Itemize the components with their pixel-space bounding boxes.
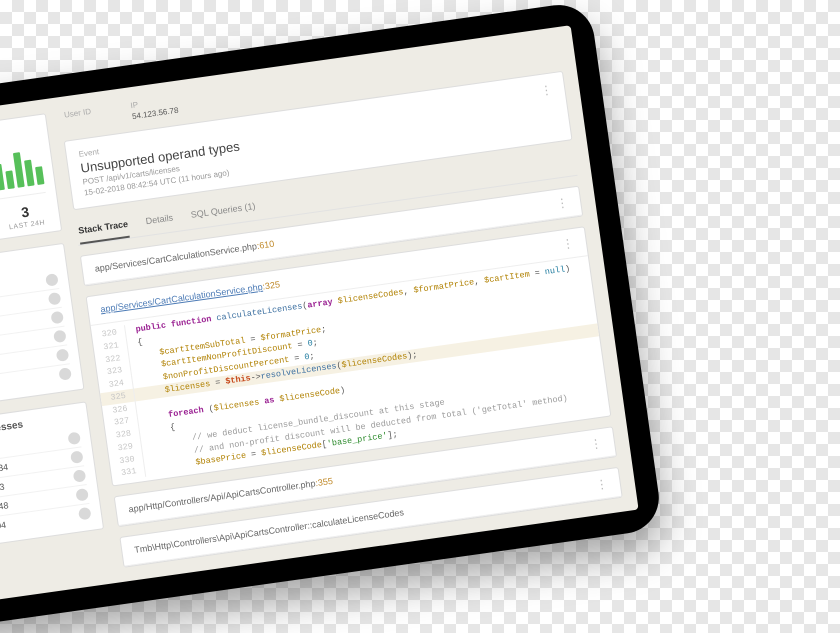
activity-bar (35, 167, 44, 185)
meta-ip: IP 54.123.56.78 (130, 95, 179, 121)
tablet-device-frame: Last Two Weeks 12USERS21TOTAL3LAST 24H T… (0, 0, 663, 632)
tab-sql-queries-1-[interactable]: SQL Queries (1) (189, 195, 257, 229)
activity-bar (5, 171, 14, 189)
meta-user-id-label: User ID (63, 107, 91, 120)
top-ip-count-badge (67, 432, 81, 446)
activity-stat: 3LAST 24H (1, 201, 50, 232)
top-user-count-badge (56, 348, 70, 362)
top-user-count-badge (58, 367, 72, 381)
stack-frame-3-menu-icon[interactable]: ⋮ (595, 478, 609, 492)
top-ip-value: 179.5.103.94 (0, 520, 7, 537)
top-users-panel: Top Users 106680114959116829136735269844… (0, 243, 84, 412)
tab-stack-trace[interactable]: Stack Trace (77, 213, 130, 245)
stack-frame-2-file: app/Http/Controllers/Api/ApiCartsControl… (128, 478, 316, 514)
top-user-count-badge (45, 273, 59, 287)
event-more-menu-icon[interactable]: ⋮ (540, 83, 554, 97)
top-ips-panel: Top IP Addresses 115.164.45.6775.187.155… (0, 401, 104, 551)
top-ip-count-badge (73, 469, 87, 483)
stack-frame-2-menu-icon[interactable]: ⋮ (589, 437, 603, 451)
stack-frame-0-line: :610 (256, 239, 275, 251)
top-user-count-badge (50, 311, 64, 325)
activity-bar (0, 163, 5, 190)
top-ip-count-badge (75, 488, 89, 502)
stack-frame-0-file: app/Services/CartCalculationService.php (94, 241, 257, 274)
top-user-count-badge (48, 292, 62, 306)
stack-frame-1-menu-icon[interactable]: ⋮ (561, 237, 575, 251)
activity-bar (24, 159, 35, 186)
meta-user-id: User ID (63, 107, 93, 131)
app-screen: Last Two Weeks 12USERS21TOTAL3LAST 24H T… (0, 25, 639, 607)
stack-frame-2-line: :355 (315, 476, 334, 488)
top-user-count-badge (53, 330, 67, 344)
activity-stats-row: 12USERS21TOTAL3LAST 24H (0, 192, 50, 245)
main-content: User ID IP 54.123.56.78 Event Unsupporte… (60, 41, 623, 568)
stack-frame-1-line: :325 (262, 279, 281, 291)
top-ip-count-badge (78, 507, 92, 521)
stack-frame-0-menu-icon[interactable]: ⋮ (555, 196, 569, 210)
activity-bar (13, 152, 25, 188)
tab-details[interactable]: Details (144, 207, 175, 236)
activity-chart-panel: Last Two Weeks 12USERS21TOTAL3LAST 24H (0, 113, 62, 253)
top-ip-count-badge (70, 450, 84, 464)
